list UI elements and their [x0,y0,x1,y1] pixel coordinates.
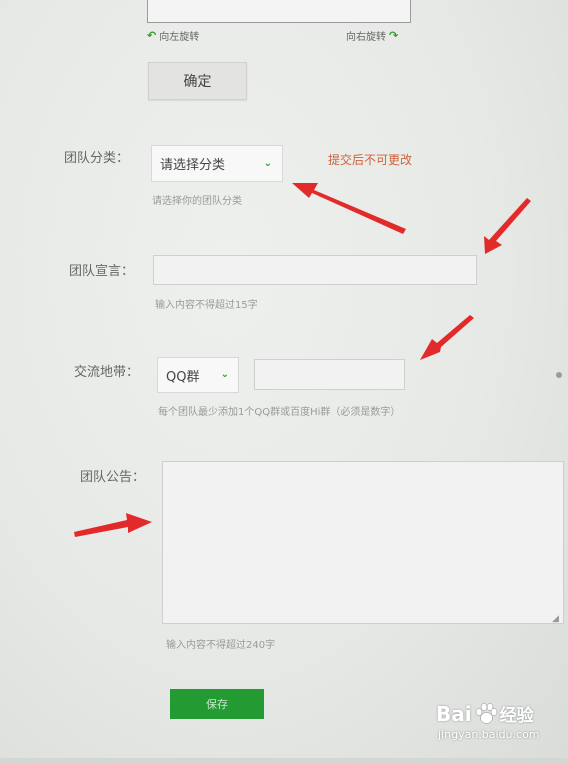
baidu-jingyan-watermark: Bai 经验 jingyan.baidu.com [436,701,540,742]
bottom-edge [0,758,568,764]
save-button[interactable]: 保存 [170,689,264,719]
contact-hint: 每个团队最少添加1个QQ群或百度Hi群（必须是数字） [158,407,401,418]
rotate-left-icon: ↶ [147,29,157,42]
category-hint: 请选择你的团队分类 [152,196,242,207]
slogan-input[interactable] [153,255,477,285]
annotation-arrow-category [292,183,406,234]
notice-hint: 输入内容不得超过240字 [166,640,276,651]
category-label: 团队分类： [64,151,130,166]
chevron-down-icon: ⌄ [220,369,229,380]
image-preview-box [147,0,411,23]
category-select[interactable]: 请选择分类 ⌄ [151,145,283,182]
contact-number-input[interactable] [254,359,405,390]
slogan-label: 团队宣言： [69,264,135,279]
annotation-arrow-notice [74,513,152,537]
paw-icon [475,702,497,724]
category-warning: 提交后不可更改 [328,153,413,167]
chevron-down-icon: ⌄ [263,158,272,169]
rotate-left-link[interactable]: ↶ 向左旋转 [147,28,199,43]
slogan-hint: 输入内容不得超过15字 [155,300,258,311]
annotation-arrow-contact [420,315,474,360]
scroll-indicator [556,372,562,378]
confirm-button[interactable]: 确定 [148,62,247,100]
notice-textarea[interactable] [162,461,564,624]
notice-label: 团队公告： [80,470,146,485]
rotate-right-link[interactable]: 向右旋转 ↷ [346,28,398,43]
contact-label: 交流地带： [74,365,140,380]
annotation-arrow-slogan [484,198,531,254]
resize-handle-icon[interactable]: ◢ [552,614,559,624]
contact-type-select[interactable]: QQ群 ⌄ [157,357,239,393]
rotate-right-icon: ↷ [389,29,399,42]
